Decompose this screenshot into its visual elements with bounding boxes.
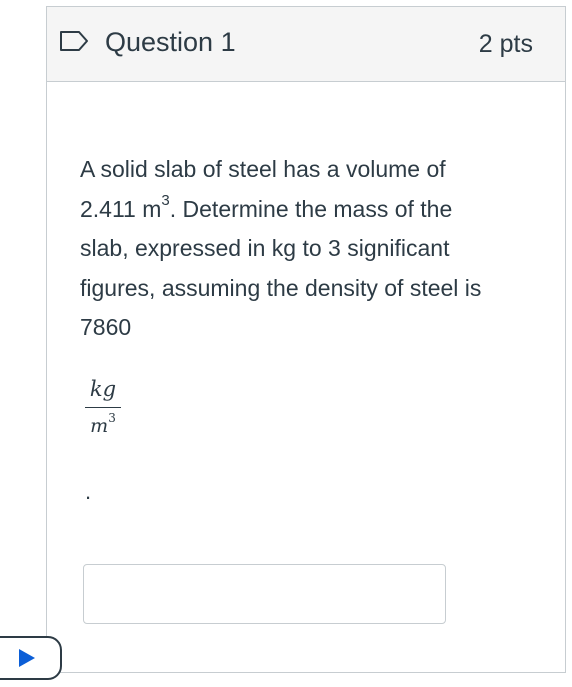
question-text: A solid slab of steel has a volume of 2.…	[80, 150, 540, 348]
question-title: Question 1	[105, 27, 236, 57]
question-text-line-1: A solid slab of steel has a volume of	[80, 156, 446, 182]
volume-exponent: 3	[161, 191, 170, 209]
unit-denominator: m3	[85, 410, 121, 438]
question-header: Question 1 2 pts	[47, 7, 565, 82]
question-points: 2 pts	[478, 30, 533, 58]
unit-denominator-base: m	[90, 415, 109, 437]
density-unit-fraction: kg m3	[85, 375, 121, 438]
fraction-bar	[85, 407, 121, 408]
question-card: Question 1 2 pts A solid slab of steel h…	[46, 6, 566, 673]
flag-icon[interactable]	[59, 30, 89, 52]
play-icon	[18, 648, 36, 668]
play-button[interactable]	[0, 636, 62, 680]
unit-numerator: kg	[89, 377, 117, 401]
unit-denominator-exponent: 3	[108, 410, 116, 425]
question-text-line-3: slab, expressed in kg to 3 significant	[80, 235, 450, 261]
question-text-line-2: . Determine the mass of the	[169, 195, 453, 222]
volume-value: 2.411 m	[80, 195, 162, 222]
density-value: 7860	[80, 314, 132, 340]
trailing-period: .	[85, 479, 92, 504]
question-text-line-4: figures, assuming the density of steel i…	[80, 274, 482, 301]
answer-input[interactable]	[83, 564, 446, 624]
page: Question 1 2 pts A solid slab of steel h…	[0, 0, 572, 687]
